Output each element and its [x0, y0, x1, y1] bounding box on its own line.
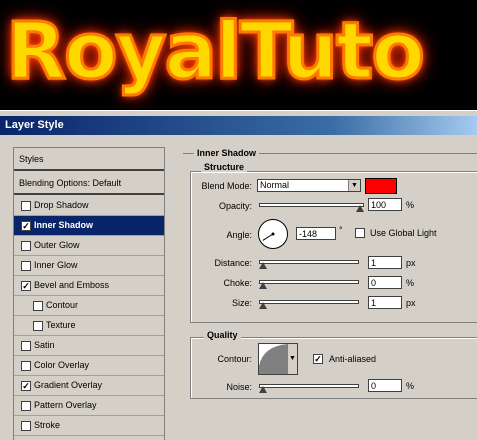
noise-label: Noise:: [226, 382, 252, 392]
choke-unit: %: [406, 278, 415, 288]
chevron-down-icon: ▼: [287, 344, 297, 374]
style-checkbox[interactable]: [21, 261, 31, 271]
style-label: Stroke: [34, 420, 61, 430]
noise-unit: %: [406, 381, 415, 391]
opacity-unit: %: [406, 200, 415, 210]
style-checkbox[interactable]: [33, 321, 43, 331]
style-label: Texture: [46, 320, 76, 330]
style-label: Styles: [19, 154, 44, 164]
global-light-checkbox[interactable]: [355, 228, 365, 238]
distance-label: Distance:: [214, 258, 252, 268]
blend-mode-value: Normal: [260, 180, 290, 190]
size-slider-thumb[interactable]: [259, 302, 267, 309]
style-label: Inner Shadow: [34, 220, 94, 230]
noise-field[interactable]: 0: [368, 379, 402, 392]
opacity-field[interactable]: 100: [368, 198, 402, 211]
choke-label: Choke:: [223, 278, 252, 288]
styles-list-item[interactable]: Drop Shadow: [14, 196, 164, 216]
choke-slider[interactable]: [259, 280, 359, 284]
style-label: Blending Options: Default: [19, 178, 122, 188]
opacity-slider-thumb[interactable]: [356, 205, 364, 212]
style-checkbox[interactable]: [21, 201, 31, 211]
styles-list-item[interactable]: ✓ Inner Shadow: [14, 216, 164, 236]
distance-field[interactable]: 1: [368, 256, 402, 269]
anti-aliased-checkbox[interactable]: ✓: [313, 354, 323, 364]
angle-label: Angle:: [226, 230, 252, 240]
angle-dial[interactable]: [258, 219, 288, 249]
styles-list-item[interactable]: Color Overlay: [14, 356, 164, 376]
noise-slider-thumb[interactable]: [259, 386, 267, 393]
styles-list-item[interactable]: Satin: [14, 336, 164, 356]
style-checkbox[interactable]: ✓: [21, 381, 31, 391]
style-checkbox[interactable]: [21, 241, 31, 251]
style-label: Drop Shadow: [34, 200, 89, 210]
styles-list-item[interactable]: ✓ Gradient Overlay: [14, 376, 164, 396]
choke-slider-thumb[interactable]: [259, 282, 267, 289]
style-checkbox[interactable]: [21, 361, 31, 371]
style-label: Inner Glow: [34, 260, 78, 270]
styles-list-item[interactable]: Outer Glow: [14, 236, 164, 256]
chevron-down-icon: ▼: [348, 180, 360, 191]
style-label: Contour: [46, 300, 79, 310]
blend-mode-label: Blend Mode:: [201, 181, 252, 191]
contour-picker[interactable]: ▼: [258, 343, 298, 375]
styles-list-item[interactable]: Styles: [14, 148, 164, 171]
angle-unit: °: [339, 225, 343, 235]
style-checkbox[interactable]: [21, 401, 31, 411]
styles-list-item[interactable]: Pattern Overlay: [14, 396, 164, 416]
styles-list-item[interactable]: Inner Glow: [14, 256, 164, 276]
size-unit: px: [406, 298, 416, 308]
style-label: Satin: [34, 340, 55, 350]
dialog-title: Layer Style: [0, 116, 477, 135]
opacity-label: Opacity:: [218, 201, 252, 211]
angle-field[interactable]: -148: [296, 227, 336, 240]
size-slider[interactable]: [259, 300, 359, 304]
style-label: Color Overlay: [34, 360, 90, 370]
banner-logo-text: RoyalTuto: [5, 6, 427, 99]
opacity-slider[interactable]: [259, 203, 364, 207]
style-checkbox[interactable]: ✓: [21, 281, 31, 291]
angle-indicator-icon: [262, 232, 275, 241]
noise-slider[interactable]: [259, 384, 359, 388]
styles-list-item[interactable]: ✓ Bevel and Emboss: [14, 276, 164, 296]
contour-curve-icon: [259, 344, 288, 374]
inner-shadow-title: Inner Shadow: [194, 148, 260, 158]
style-label: Gradient Overlay: [34, 380, 103, 390]
distance-slider[interactable]: [259, 260, 359, 264]
contour-label: Contour:: [217, 354, 252, 364]
styles-list-item[interactable]: Blending Options: Default: [14, 172, 164, 195]
style-label: Pattern Overlay: [34, 400, 97, 410]
styles-list-panel: Styles Blending Options: Default Drop Shad…: [13, 147, 165, 440]
global-light-label: Use Global Light: [370, 228, 437, 238]
structure-title: Structure: [201, 162, 248, 172]
style-checkbox[interactable]: [21, 341, 31, 351]
blend-mode-select[interactable]: Normal ▼: [257, 179, 361, 192]
styles-list-item[interactable]: Stroke: [14, 416, 164, 436]
distance-slider-thumb[interactable]: [259, 262, 267, 269]
size-label: Size:: [231, 298, 252, 308]
size-field[interactable]: 1: [368, 296, 402, 309]
style-checkbox[interactable]: [21, 421, 31, 431]
style-label: Outer Glow: [34, 240, 80, 250]
distance-unit: px: [406, 258, 416, 268]
layer-style-dialog: Layer Style Styles Blending Options: Defa…: [0, 110, 477, 440]
shadow-color-swatch[interactable]: [365, 178, 397, 194]
choke-field[interactable]: 0: [368, 276, 402, 289]
anti-aliased-label: Anti-aliased: [329, 354, 377, 364]
style-checkbox[interactable]: ✓: [21, 221, 31, 231]
style-checkbox[interactable]: [33, 301, 43, 311]
style-label: Bevel and Emboss: [34, 280, 110, 290]
styles-list-item[interactable]: Contour: [14, 296, 164, 316]
styles-list-item[interactable]: Texture: [14, 316, 164, 336]
quality-title: Quality: [204, 330, 241, 340]
banner-image: RoyalTuto: [0, 0, 477, 110]
